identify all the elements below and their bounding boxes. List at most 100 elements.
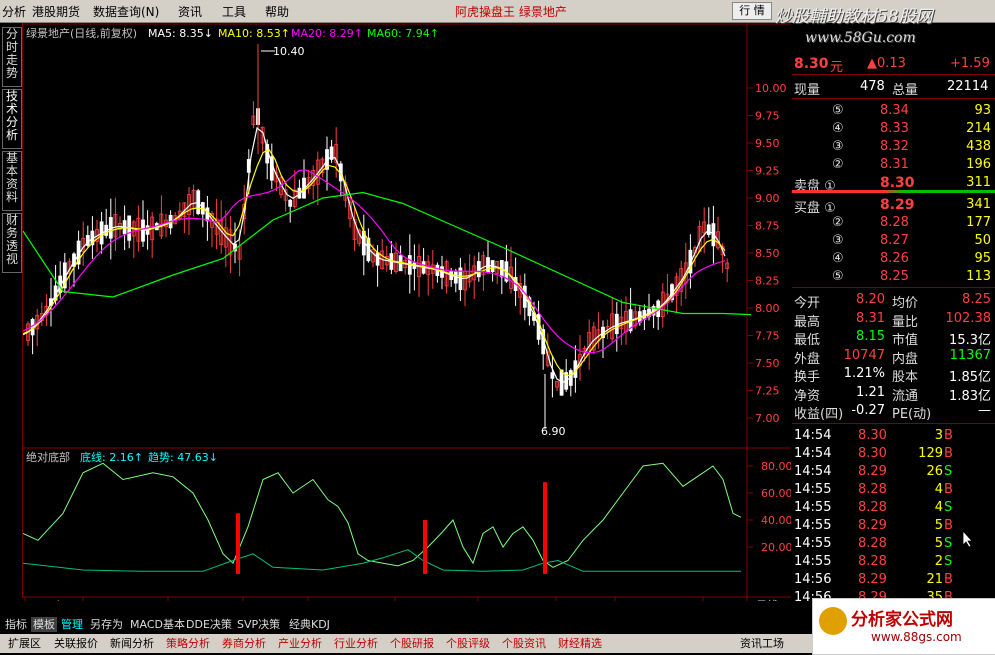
footer-tab-news-analysis[interactable]: 新闻分析: [110, 636, 154, 651]
stat-value: 11367: [949, 347, 991, 363]
tick-row: 14:55 8.28 4 B: [792, 481, 995, 499]
footer-tab-extend[interactable]: 扩展区: [8, 636, 41, 651]
order-book-row: ② 8.31 196: [792, 156, 995, 174]
indicator-tick-label: 40.00: [761, 514, 791, 527]
tick-price: 8.28: [858, 482, 887, 497]
indicator-name: 绝对底部: [26, 450, 70, 464]
menu-item-analysis[interactable]: 分析: [2, 3, 26, 20]
ma5-label: MA5: 8.35↓: [148, 27, 213, 40]
order-price: 8.28: [880, 215, 909, 230]
tick-row: 14:55 8.28 2 S: [792, 553, 995, 571]
date-label: 12: [397, 599, 411, 601]
order-volume: 95: [974, 251, 991, 266]
tab-indicator[interactable]: 指标: [5, 617, 27, 632]
app-title: 阿虎操盘王 绿景地产: [455, 5, 567, 19]
stat-value: 1.83亿: [949, 388, 991, 404]
footer-tab-research[interactable]: 个股研报: [390, 636, 434, 651]
quote-mini-button[interactable]: 行 情: [732, 2, 772, 20]
price-tick-label: 7.75: [755, 330, 780, 343]
price-tick-label: 8.00: [755, 302, 780, 315]
date-label: 3: [617, 599, 624, 601]
tab-svp[interactable]: SVP决策: [237, 617, 280, 632]
indicator-trend-line: [22, 462, 742, 568]
low-marker: 6.90: [541, 425, 566, 438]
logo-title: 分析家公式网: [851, 610, 953, 630]
order-book-row: ④ 8.33 214: [792, 120, 995, 138]
date-label: 8: [85, 599, 92, 601]
ma10-label: MA10: 8.53↑: [218, 27, 290, 40]
stat-value: 102.38: [945, 310, 992, 326]
period-tab[interactable]: 日线: [756, 598, 778, 612]
tab-save-as[interactable]: 另存为: [90, 617, 123, 632]
tab-manage[interactable]: 管理: [61, 617, 83, 632]
tick-time: 14:54: [794, 446, 832, 461]
stat-value: -0.27: [851, 403, 885, 418]
tick-row: 14:56 8.29 21 B: [792, 571, 995, 589]
stock-label: 绿景地产(日线,前复权): [26, 26, 137, 40]
footer-tab-sector[interactable]: 行业分析: [334, 636, 378, 651]
order-volume: 341: [966, 197, 991, 212]
date-label: 4: [705, 599, 712, 601]
tab-fundamentals[interactable]: 基本资料: [2, 151, 22, 211]
date-axis: 2010年891011121234日线: [24, 597, 778, 612]
menu-item-data-query[interactable]: 数据查询(N): [93, 3, 159, 20]
menu-item-news[interactable]: 资讯: [178, 3, 202, 20]
menu-item-tools[interactable]: 工具: [222, 3, 246, 20]
footer-tab-industry-chain[interactable]: 产业分析: [278, 636, 322, 651]
candle-body: [288, 199, 293, 207]
order-book-row: 买盘 ① 8.29 341: [792, 196, 995, 216]
kline-chart-svg[interactable]: 绿景地产(日线,前复权) MA5: 8.35↓ MA10: 8.53↑ MA20…: [22, 23, 793, 612]
order-level: ③: [832, 233, 844, 248]
candle-body: [706, 224, 711, 235]
tick-price: 8.28: [858, 554, 887, 569]
date-label: 11: [310, 599, 324, 601]
order-level: ②: [832, 215, 844, 230]
menu-item-hk-futures[interactable]: 港股期货: [32, 3, 80, 20]
tick-side: S: [944, 500, 953, 515]
stat-row: 最高 8.31 量比 102.38: [792, 310, 995, 330]
last-price: 8.30: [794, 56, 829, 72]
stat-value: 8.15: [856, 329, 885, 344]
stat-row: 最低 8.15 市值 15.3亿: [792, 328, 995, 348]
footer-tab-info-workshop[interactable]: 资讯工场: [740, 636, 784, 651]
tick-volume: 4: [934, 500, 943, 515]
tab-kdj[interactable]: 经典KDJ: [289, 617, 330, 632]
price-tick-label: 8.50: [755, 247, 780, 260]
tick-row: 14:54 8.30 129 B: [792, 445, 995, 463]
footer-tab-stock-news[interactable]: 个股资讯: [502, 636, 546, 651]
stat-row: 净资 1.21 流通 1.83亿: [792, 384, 995, 404]
stat-value: 1.21: [856, 384, 885, 400]
order-level: ③: [832, 139, 844, 154]
tick-volume: 129: [918, 446, 943, 461]
tick-price: 8.29: [858, 572, 887, 587]
footer-tab-strategy[interactable]: 策略分析: [166, 636, 210, 651]
tab-template[interactable]: 模板: [31, 617, 57, 632]
price-tick-label: 9.50: [755, 137, 780, 150]
order-price: 8.27: [880, 233, 909, 248]
logo-url: www.88gs.com: [871, 630, 962, 644]
footer-tab-broker[interactable]: 券商分析: [222, 636, 266, 651]
stat-label: 市值: [892, 333, 919, 348]
tab-macd[interactable]: MACD基本: [130, 617, 185, 632]
menu-item-help[interactable]: 帮助: [265, 3, 289, 20]
order-price: 8.33: [880, 121, 909, 136]
kline-chart-area[interactable]: 绿景地产(日线,前复权) MA5: 8.35↓ MA10: 8.53↑ MA20…: [22, 23, 793, 612]
left-vertical-tabs: 分时走势 技术分析 基本资料 财务透视: [0, 23, 23, 598]
order-book-row: ⑤ 8.34 93: [792, 102, 995, 120]
price-change: ▲0.13: [867, 56, 906, 71]
stat-row: 换手 1.21% 股本 1.85亿: [792, 365, 995, 385]
candle-body: [375, 252, 380, 266]
tab-technical[interactable]: 技术分析: [2, 89, 22, 149]
tick-time: 14:55: [794, 500, 832, 515]
footer-tab-finance-picks[interactable]: 财经精选: [558, 636, 602, 651]
order-level: ②: [832, 157, 844, 172]
order-price: 8.26: [880, 251, 909, 266]
footer-tab-rating[interactable]: 个股评级: [446, 636, 490, 651]
tick-side: S: [944, 536, 953, 551]
tab-dde[interactable]: DDE决策: [186, 617, 232, 632]
tab-intraday[interactable]: 分时走势: [2, 27, 22, 87]
footer-tab-related-quote[interactable]: 关联报价: [54, 636, 98, 651]
tab-financials[interactable]: 财务透视: [2, 213, 22, 273]
price-tick-label: 8.25: [755, 275, 780, 288]
stat-row: 外盘 10747 内盘 11367: [792, 347, 995, 367]
